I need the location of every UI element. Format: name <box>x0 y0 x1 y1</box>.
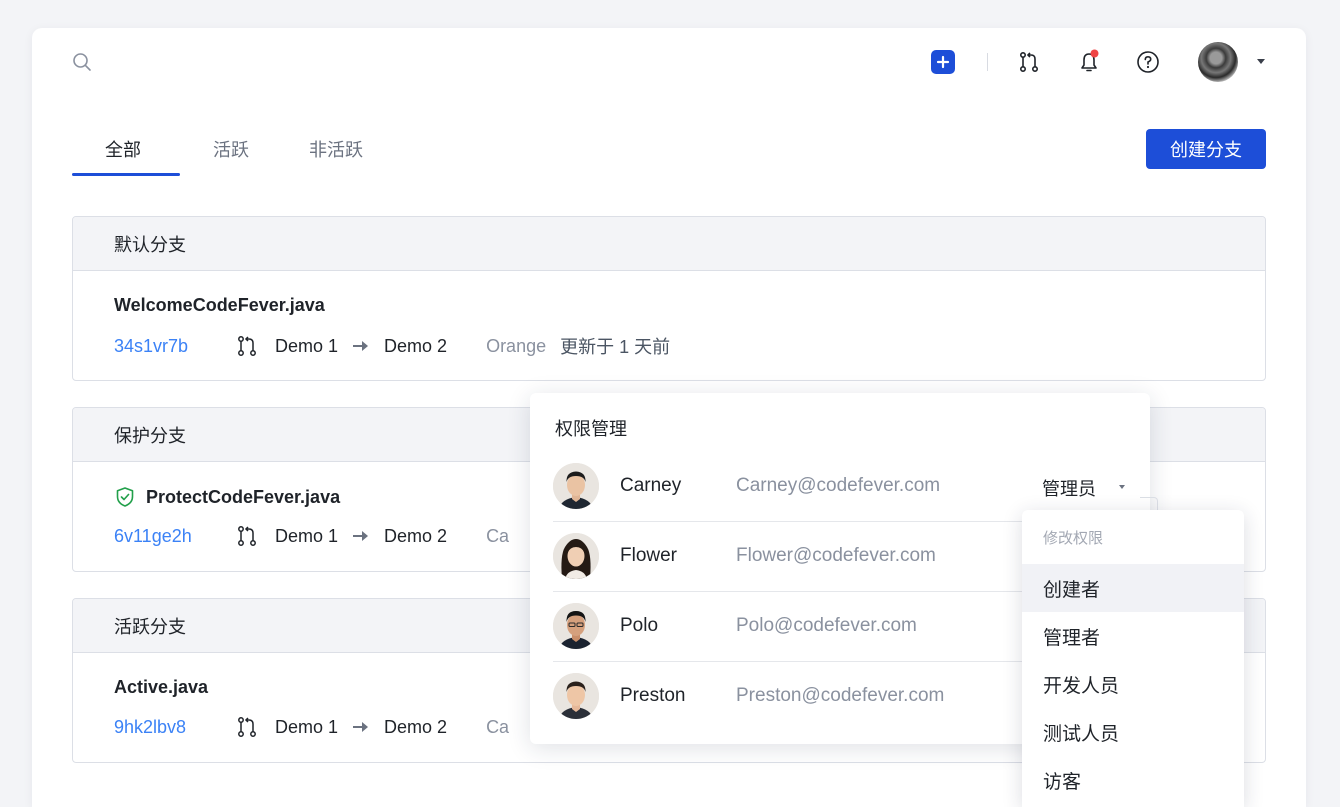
merge-request-icon[interactable] <box>1017 50 1041 74</box>
source-branch: Demo 1 <box>275 716 339 737</box>
updated-time: 更新于 1 天前 <box>560 337 671 357</box>
plus-icon[interactable] <box>931 50 955 74</box>
merge-request-icon <box>238 336 256 356</box>
branch-name[interactable]: Active.java <box>114 677 208 698</box>
merge-request-icon <box>238 717 256 737</box>
section-title: 默认分支 <box>73 217 1265 271</box>
commit-hash-link[interactable]: 9hk2lbv8 <box>114 717 235 738</box>
branch-name[interactable]: WelcomeCodeFever.java <box>114 295 325 316</box>
arrow-right-icon <box>353 341 369 351</box>
branch-name[interactable]: ProtectCodeFever.java <box>114 486 340 508</box>
tab-all[interactable]: 全部 <box>105 136 141 162</box>
tab-active[interactable]: 活跃 <box>213 136 249 162</box>
branch-meta: 6v11ge2h Demo 1 Demo 2 Ca <box>114 524 523 548</box>
bell-icon[interactable] <box>1077 49 1101 75</box>
toolbar-divider <box>987 53 988 71</box>
member-avatar <box>553 533 599 579</box>
create-branch-button[interactable]: 创建分支 <box>1146 129 1266 169</box>
member-name: Flower <box>620 545 678 566</box>
permission-panel-title: 权限管理 <box>555 419 627 439</box>
caret-down-icon[interactable] <box>1257 59 1265 64</box>
source-branch: Demo 1 <box>275 525 339 546</box>
member-avatar <box>553 463 599 509</box>
role-option-manager[interactable]: 管理者 <box>1022 612 1244 660</box>
member-name: Polo <box>620 615 659 636</box>
branch-meta: 9hk2lbv8 Demo 1 Demo 2 Ca <box>114 715 523 739</box>
section-default-branch: 默认分支 WelcomeCodeFever.java 34s1vr7b Demo… <box>72 216 1266 381</box>
branch-name-text[interactable]: ProtectCodeFever.java <box>146 487 340 508</box>
merge-request-icon <box>238 526 256 546</box>
caret-down-icon[interactable] <box>1119 485 1125 489</box>
arrow-right-icon <box>353 722 369 732</box>
role-option-creator[interactable]: 创建者 <box>1022 564 1244 612</box>
role-select[interactable]: 管理员 <box>1042 475 1096 501</box>
target-branch: Demo 2 <box>384 525 448 546</box>
member-avatar <box>553 673 599 719</box>
member-name: Preston <box>620 685 686 706</box>
search-icon[interactable] <box>72 52 92 72</box>
author-name: Ca <box>486 525 510 546</box>
author-name: Ca <box>486 716 510 737</box>
notification-dot <box>1090 49 1099 58</box>
commit-hash-link[interactable]: 34s1vr7b <box>114 336 235 357</box>
member-email: Preston@codefever.com <box>736 685 945 706</box>
member-avatar <box>553 603 599 649</box>
role-menu-header: 修改权限 <box>1043 530 1104 547</box>
shield-check-icon <box>116 487 134 507</box>
member-email: Flower@codefever.com <box>736 545 936 566</box>
target-branch: Demo 2 <box>384 716 448 737</box>
role-dropdown-menu: 修改权限 创建者 管理者 开发人员 测试人员 访客 <box>1022 510 1244 807</box>
target-branch: Demo 2 <box>384 335 448 356</box>
member-name: Carney <box>620 475 682 496</box>
branch-meta: 34s1vr7b Demo 1 Demo 2 Orange 更新于 1 天前 <box>114 333 670 359</box>
help-icon[interactable] <box>1136 50 1160 74</box>
role-option-developer[interactable]: 开发人员 <box>1022 660 1244 708</box>
tab-inactive[interactable]: 非活跃 <box>309 136 363 162</box>
tab-underline <box>72 173 180 176</box>
role-option-guest[interactable]: 访客 <box>1022 756 1244 804</box>
user-avatar[interactable] <box>1198 42 1238 82</box>
commit-hash-link[interactable]: 6v11ge2h <box>114 526 235 547</box>
member-email: Polo@codefever.com <box>736 615 917 636</box>
member-email: Carney@codefever.com <box>736 475 941 496</box>
role-option-tester[interactable]: 测试人员 <box>1022 708 1244 756</box>
arrow-right-icon <box>353 531 369 541</box>
source-branch: Demo 1 <box>275 335 339 356</box>
author-name: Orange <box>486 335 547 356</box>
branch-name-text[interactable]: WelcomeCodeFever.java <box>114 295 325 316</box>
branch-name-text[interactable]: Active.java <box>114 677 208 698</box>
